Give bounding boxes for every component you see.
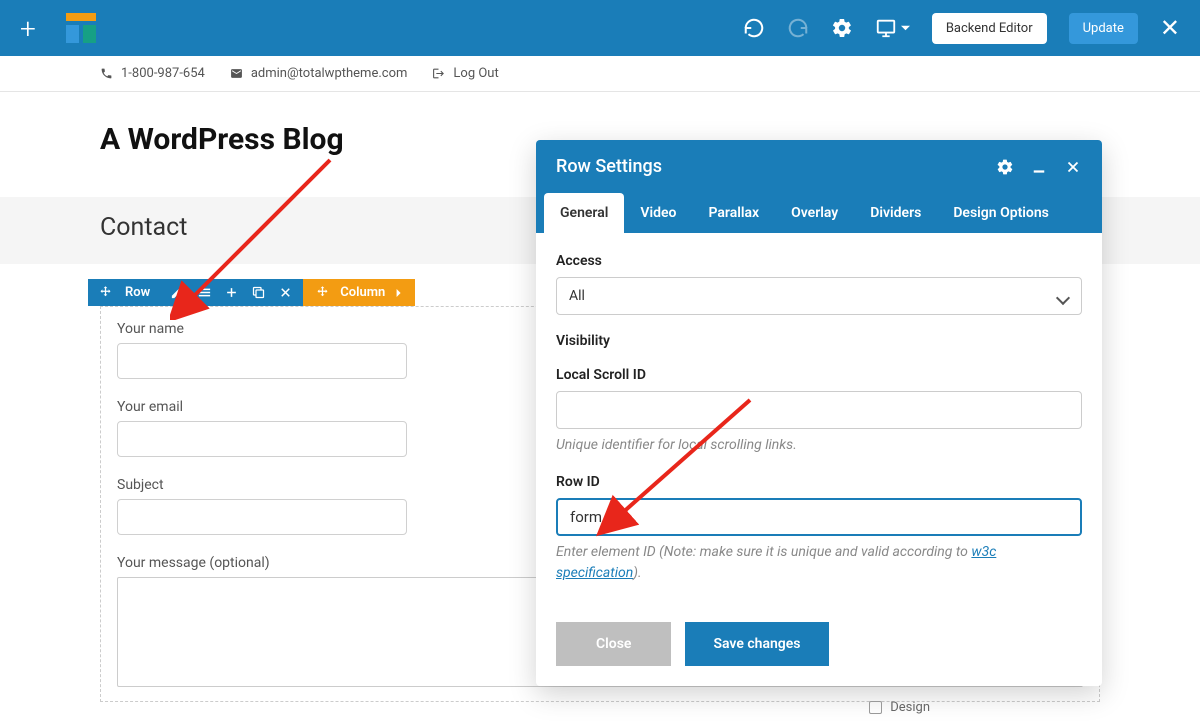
phone-text: 1-800-987-654 [121,66,205,81]
column-label: Column [340,285,385,300]
design-checkbox-remnant: Design [869,700,930,715]
tab-parallax[interactable]: Parallax [692,193,775,233]
tab-overlay[interactable]: Overlay [775,193,854,233]
subject-input[interactable] [117,499,407,535]
visibility-label: Visibility [556,333,1082,349]
localscroll-label: Local Scroll ID [556,367,1082,383]
tab-dividers[interactable]: Dividers [854,193,937,233]
modal-tabs: General Video Parallax Overlay Dividers … [536,193,1102,233]
row-bar[interactable]: Row [88,279,303,306]
row-label: Row [125,285,150,300]
checkbox-icon[interactable] [869,701,882,714]
localscroll-hint: Unique identifier for local scrolling li… [556,435,1082,456]
move-col-icon[interactable] [315,285,330,300]
localscroll-input[interactable] [556,391,1082,429]
phone-info: 1-800-987-654 [100,66,205,81]
tab-general[interactable]: General [544,193,624,233]
redo-icon[interactable] [787,17,809,39]
envelope-icon [230,67,243,80]
phone-icon [100,67,113,80]
chevron-right-icon [395,289,403,297]
modal-title: Row Settings [556,156,662,177]
close-icon[interactable] [1064,158,1082,176]
clone-icon[interactable] [251,285,266,300]
toolbar-right: Backend Editor Update ✕ [743,13,1180,44]
pencil-icon[interactable] [170,285,185,300]
modal-controls [996,158,1082,176]
email-info: admin@totalwptheme.com [230,66,408,81]
modal-header: Row Settings [536,140,1102,193]
undo-icon[interactable] [743,17,765,39]
top-toolbar: + Backend Editor Update ✕ [0,0,1200,56]
info-bar: 1-800-987-654 admin@totalwptheme.com Log… [0,56,1200,92]
add-element-icon[interactable]: + [20,12,36,45]
minimize-icon[interactable] [1030,158,1048,176]
logout-link[interactable]: Log Out [432,66,498,81]
delete-row-icon[interactable] [278,285,293,300]
design-remnant-label: Design [890,700,930,715]
save-changes-button[interactable]: Save changes [685,622,828,666]
logout-icon [432,67,445,80]
update-button[interactable]: Update [1069,13,1138,44]
close-button[interactable]: Close [556,622,671,666]
templates-icon[interactable] [66,13,96,43]
move-icon[interactable] [98,285,113,300]
access-select[interactable]: All [556,277,1082,315]
email-text: admin@totalwptheme.com [251,66,408,81]
name-input[interactable] [117,343,407,379]
rowid-hint: Enter element ID (Note: make sure it is … [556,542,1082,584]
modal-footer: Close Save changes [536,622,1102,686]
close-editor-icon[interactable]: ✕ [1160,14,1180,42]
row-toolbar: Row Column [88,279,415,306]
columns-icon[interactable] [197,285,212,300]
logout-text: Log Out [453,66,498,81]
email-input[interactable] [117,421,407,457]
row-settings-modal: Row Settings General Video Parallax Over… [536,140,1102,686]
viewport-icon[interactable] [875,17,910,39]
access-label: Access [556,253,1082,269]
backend-editor-button[interactable]: Backend Editor [932,13,1047,44]
column-bar[interactable]: Column [303,279,415,306]
settings-icon[interactable] [831,17,853,39]
plus-row-icon[interactable] [224,285,239,300]
rowid-input[interactable] [556,498,1082,536]
modal-body: Access All Visibility Local Scroll ID Un… [536,233,1102,622]
toolbar-left: + [20,12,96,45]
tab-video[interactable]: Video [624,193,692,233]
rowid-label: Row ID [556,474,1082,490]
tab-design[interactable]: Design Options [937,193,1065,233]
gear-icon[interactable] [996,158,1014,176]
